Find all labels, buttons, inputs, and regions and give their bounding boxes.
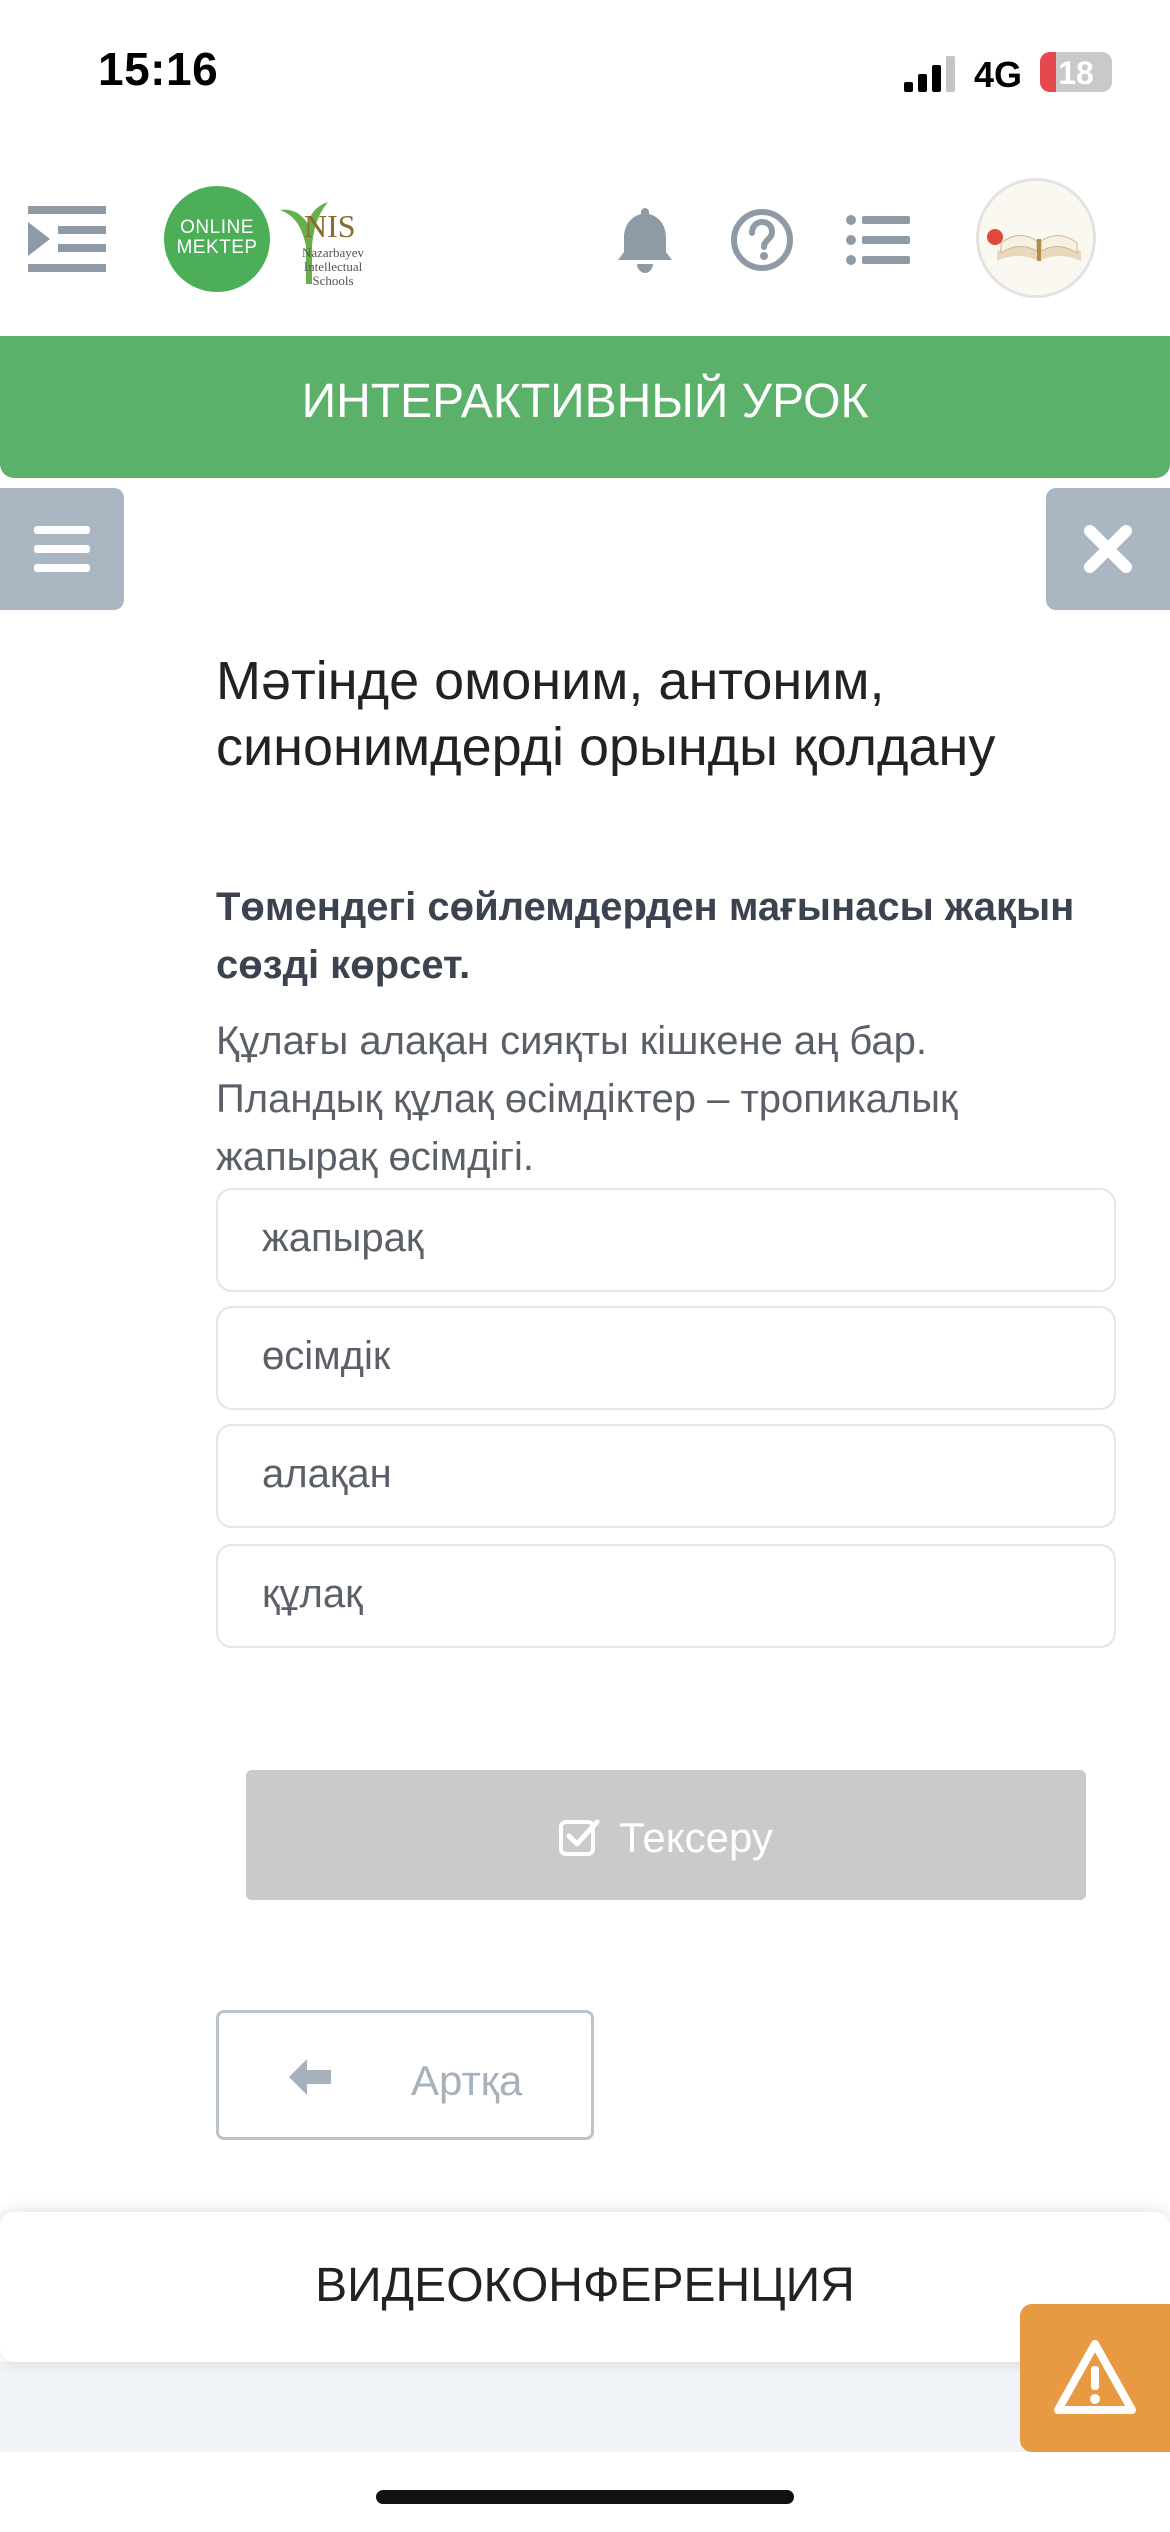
back-label: Артқа — [411, 2057, 523, 2104]
answer-option[interactable]: құлақ — [216, 1544, 1116, 1648]
lesson-menu-button[interactable] — [0, 488, 124, 610]
arrow-left-icon — [289, 2059, 331, 2095]
back-button[interactable]: Артқа — [216, 2010, 594, 2140]
cellular-signal-icon — [904, 56, 955, 92]
page-banner: ИНТЕРАКТИВНЫЙ УРОК — [0, 336, 1170, 478]
videoconference-button[interactable]: ВИДЕОКОНФЕРЕНЦИЯ — [0, 2212, 1170, 2362]
sidebar-toggle-icon[interactable] — [28, 200, 106, 278]
battery-icon: 18 — [1040, 52, 1112, 92]
warning-icon — [1054, 2340, 1136, 2414]
battery-level: 18 — [1058, 55, 1094, 91]
list-icon[interactable] — [846, 214, 910, 266]
bell-icon[interactable] — [616, 206, 674, 274]
logo-mektep-text: MEKTEP — [176, 237, 258, 258]
question-text: Құлағы алақан сияқты кішкене аң бар. Пла… — [216, 1019, 958, 1179]
answer-option[interactable]: өсімдік — [216, 1306, 1116, 1410]
nis-title: NIS — [304, 208, 356, 244]
check-answer-label: Тексеру — [619, 1814, 773, 1861]
answer-option-label: жапырақ — [262, 1216, 424, 1260]
check-answer-button[interactable]: Тексеру — [246, 1770, 1086, 1900]
checkbox-check-icon — [559, 1819, 600, 1856]
network-type: 4G — [974, 54, 1023, 95]
footer-background — [0, 2362, 1170, 2452]
hamburger-icon — [34, 526, 90, 572]
online-mektep-logo[interactable]: ONLINE MEKTEP — [164, 186, 270, 292]
home-indicator — [376, 2490, 794, 2504]
answer-option[interactable]: алақан — [216, 1424, 1116, 1528]
answer-option-label: алақан — [262, 1452, 392, 1496]
answer-option-label: өсімдік — [262, 1334, 391, 1378]
lesson-title: Мәтінде омоним, антоним, синонимдерді ор… — [216, 651, 996, 777]
help-icon[interactable] — [730, 208, 794, 272]
logo-online-text: ONLINE — [180, 217, 254, 238]
answer-option[interactable]: жапырақ — [216, 1188, 1116, 1292]
status-time: 15:16 — [98, 43, 219, 95]
open-book-icon — [987, 229, 1081, 261]
report-problem-button[interactable] — [1020, 2304, 1170, 2452]
nis-subtitle: Nazarbayev Intellectual Schools — [301, 245, 365, 288]
question-instruction: Төмендегі сөйлемдерден мағынасы жақын сө… — [216, 885, 1075, 987]
close-lesson-button[interactable] — [1046, 488, 1170, 610]
answer-option-label: құлақ — [262, 1572, 363, 1616]
avatar[interactable] — [976, 178, 1096, 298]
close-icon — [1084, 525, 1132, 573]
